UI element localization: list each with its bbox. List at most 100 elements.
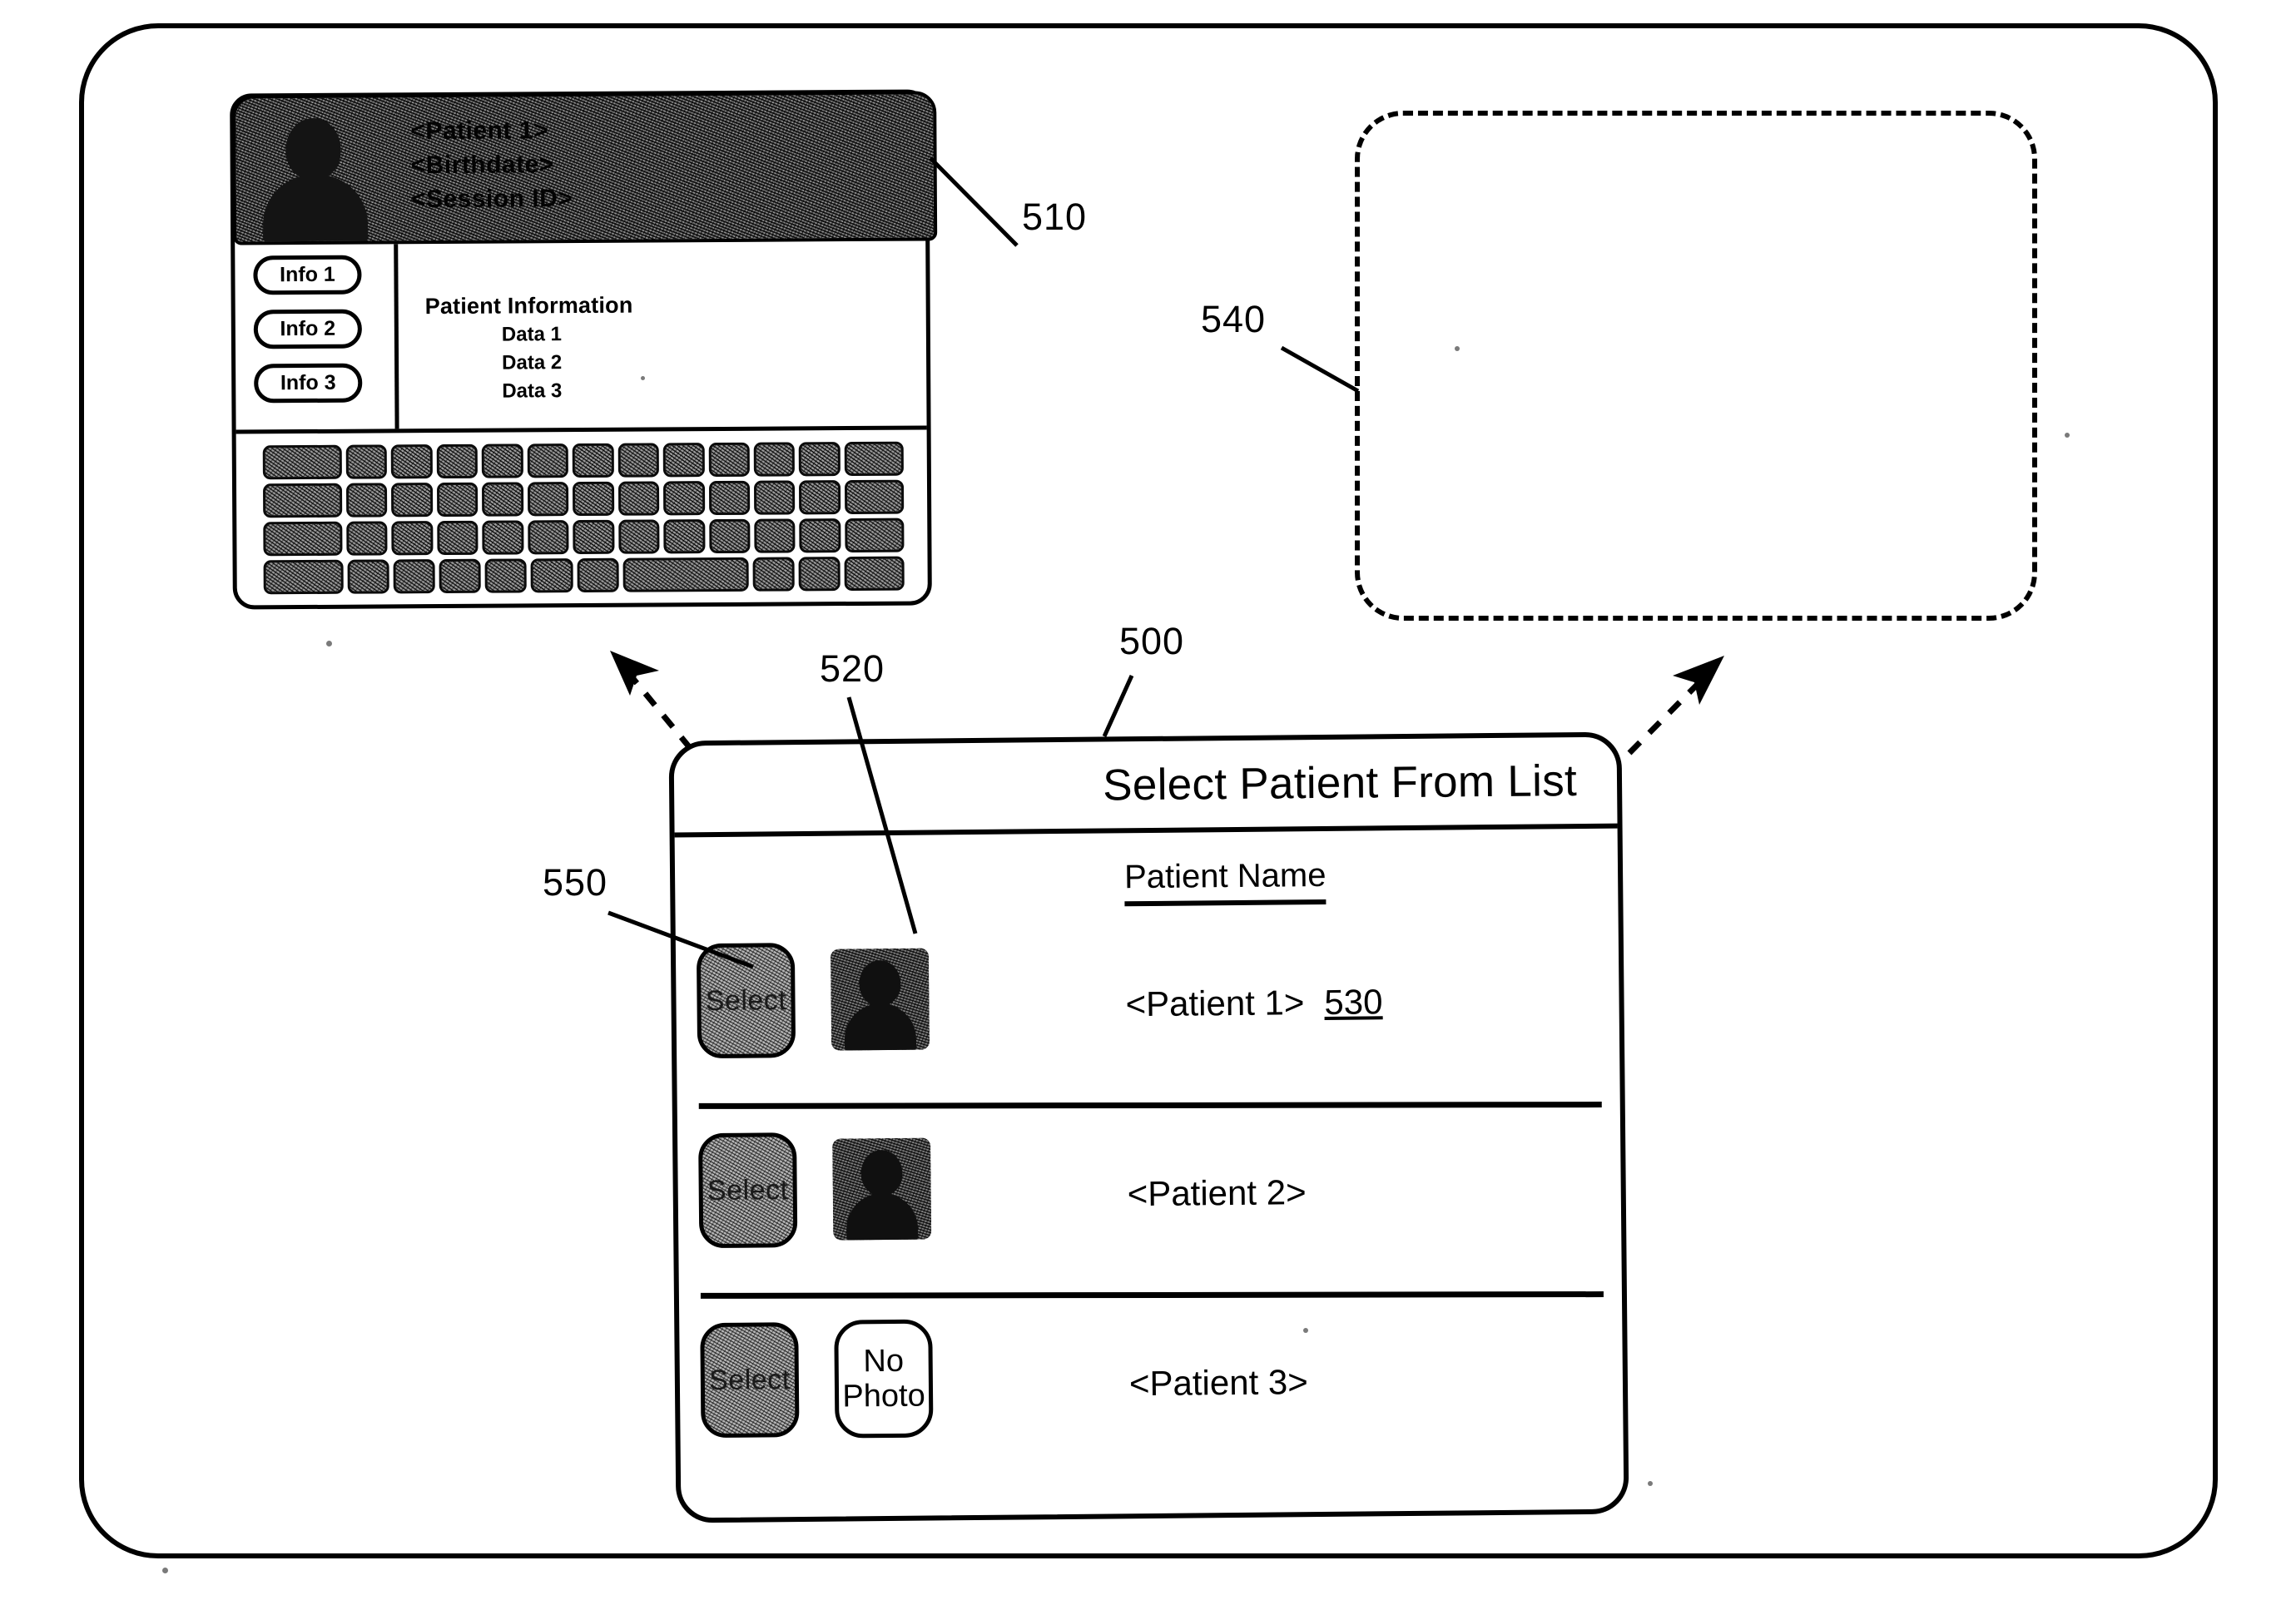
done-key[interactable] [844,556,905,592]
avatar-head-shape [285,117,341,181]
key[interactable] [482,520,524,555]
key[interactable] [346,521,388,556]
avatar-torso-shape [262,174,369,245]
key[interactable] [346,483,388,518]
scan-speck [1455,346,1460,351]
key[interactable] [752,557,795,592]
key[interactable] [439,558,482,594]
key[interactable] [798,557,841,592]
key[interactable] [662,443,705,478]
patient-data-2: Data 2 [502,351,563,374]
no-photo-line-1: No [863,1343,905,1380]
keyboard-row-3 [263,518,905,557]
thumb-head-shape [860,1149,903,1197]
keyboard-row-1 [262,441,904,480]
patient-photo-icon [254,102,379,245]
no-photo-line-2: Photo [842,1378,925,1414]
select-patient-dialog: Select Patient From List Patient Name Se… [668,731,1629,1523]
scan-speck [162,1568,168,1573]
on-screen-keyboard-icon[interactable] [262,441,905,600]
select-button-label: Select [705,983,787,1017]
patient-1-name: <Patient 1> [1125,983,1305,1024]
header-patient-details: <Patient 1> <Birthdate> <Session ID> [410,112,769,217]
scan-speck [641,376,645,380]
key[interactable] [436,443,479,479]
select-patient-2-button[interactable]: Select [698,1132,798,1249]
device-body: Info 1 Info 2 Info 3 Patient Information… [235,240,926,430]
ctrl-key[interactable] [263,559,345,595]
enter-key[interactable] [844,479,905,515]
key[interactable] [262,444,342,480]
patient-2-photo-icon[interactable] [832,1137,932,1241]
key[interactable] [391,483,434,518]
patient-data-1: Data 1 [501,323,563,346]
key[interactable] [527,482,569,517]
key[interactable] [482,443,523,478]
key[interactable] [482,482,524,517]
ref-520-label: 520 [820,647,885,690]
key[interactable] [617,443,660,478]
key[interactable] [617,519,660,554]
patient-1-photo-icon[interactable] [830,948,930,1051]
caps-key[interactable] [263,521,343,557]
backspace-key[interactable] [844,441,904,477]
key[interactable] [663,481,705,516]
patient-list-row: Select <Patient 2> [677,1103,1622,1302]
key[interactable] [437,520,479,556]
patient-2-name-cell: <Patient 2> [1128,1172,1307,1214]
select-patient-1-button[interactable]: Select [696,943,796,1059]
key[interactable] [708,442,750,478]
key[interactable] [572,443,614,478]
key[interactable] [484,558,528,593]
scan-speck [326,641,332,646]
key[interactable] [391,521,434,556]
patient-name-column-header: Patient Name [1123,855,1327,907]
no-photo-placeholder-icon: No Photo [834,1319,934,1439]
key[interactable] [754,518,796,553]
key[interactable] [799,442,841,477]
info-2-button[interactable]: Info 2 [253,309,362,349]
key[interactable] [573,519,615,555]
key[interactable] [391,444,433,479]
patient-data-3: Data 3 [502,379,563,403]
patient-1-name-cell: <Patient 1> 530 [1125,982,1382,1024]
key[interactable] [753,480,796,515]
info-button-rail: Info 1 Info 2 Info 3 [235,244,399,430]
key[interactable] [527,443,569,478]
tab-key[interactable] [262,483,343,518]
header-birthdate: <Birthdate> [410,151,554,180]
key[interactable] [393,559,436,594]
key[interactable] [573,481,614,517]
key[interactable] [528,520,569,555]
patient-3-name: <Patient 3> [1128,1362,1309,1404]
key[interactable] [799,480,841,515]
ref-550-label: 550 [543,861,608,904]
keyboard-row-4 [263,556,905,595]
key[interactable] [345,444,388,479]
space-key[interactable] [622,557,749,592]
info-3-button[interactable]: Info 3 [254,363,363,404]
key[interactable] [799,518,841,553]
header-patient-name: <Patient 1> [410,116,549,146]
select-button-label: Select [708,1363,791,1396]
info-1-button[interactable]: Info 1 [253,255,362,295]
select-patient-3-button[interactable]: Select [700,1322,800,1439]
info-2-label: Info 2 [280,316,336,341]
key[interactable] [531,558,573,593]
key[interactable] [708,480,751,516]
key[interactable] [708,518,751,554]
shift-key[interactable] [845,518,905,553]
header-session-id: <Session ID> [410,185,573,214]
key[interactable] [617,481,660,516]
patient-2-name: <Patient 2> [1127,1172,1307,1214]
ref-500-label: 500 [1119,620,1185,662]
key[interactable] [663,519,706,554]
patient-list-row: Select No Photo <Patient 3> [679,1293,1624,1492]
key[interactable] [436,482,479,518]
key[interactable] [577,557,619,593]
key[interactable] [753,442,796,477]
device-header-bar: <Patient 1> <Birthdate> <Session ID> [232,91,938,245]
info-3-label: Info 3 [280,370,336,395]
scan-speck [2065,433,2070,438]
key[interactable] [347,559,390,594]
